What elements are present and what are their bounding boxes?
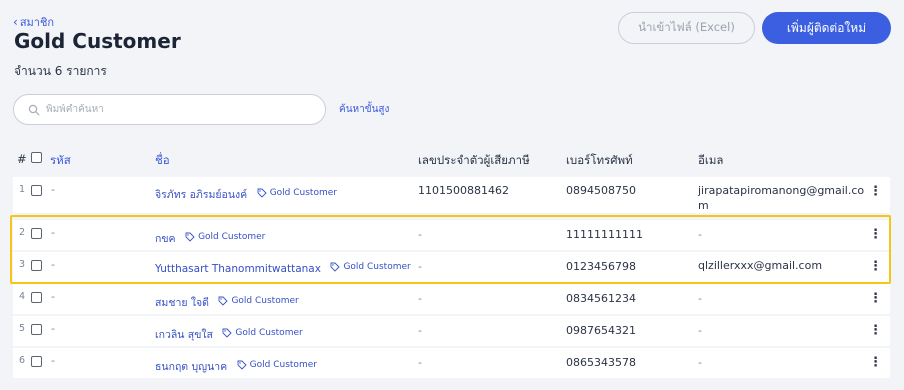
row-tax-id: - [418,292,422,305]
col-phone-header: เบอร์โทรศัพท์ [566,153,633,167]
row-code: - [51,183,55,196]
row-menu-icon[interactable]: ⋮ [869,227,882,242]
row-phone: 0987654321 [566,324,636,337]
search-box[interactable] [13,94,326,125]
row-number: 1 [19,184,26,195]
row-number: 2 [19,227,26,238]
select-all-checkbox[interactable] [31,152,42,166]
row-menu-icon[interactable]: ⋮ [869,355,882,370]
row-email: - [698,324,702,337]
row-email: - [698,228,702,241]
row-number: 6 [19,355,26,366]
tag-icon [330,262,341,272]
search-input[interactable] [46,104,306,115]
table-row[interactable]: 6 - ธนกฤต บุญนาค Gold Customer - 0865343… [13,348,890,378]
tag-icon [185,232,195,242]
row-name-cell: ธนกฤต บุญนาค Gold Customer [155,358,317,375]
row-menu-icon[interactable]: ⋮ [869,291,882,306]
contact-name-link[interactable]: สมชาย ใจดี [155,297,209,309]
tag-icon [237,360,247,370]
col-email-header: อีเมล [698,153,724,167]
row-name-cell: สมชาย ใจดี Gold Customer [155,294,299,311]
gold-customer-tag: Gold Customer [237,360,317,370]
row-name-cell: Yutthasart Thanommitwattanax Gold Custom… [155,262,411,275]
contact-name-link[interactable]: Yutthasart Thanommitwattanax [155,263,321,275]
contact-name-link[interactable]: กขค [155,233,176,245]
table-header: # รหัส ชื่อ เลขประจำตัวผู้เสียภาษี เบอร์… [13,142,890,176]
row-code: - [51,354,55,367]
row-phone: 11111111111 [566,228,643,241]
row-email: jirapatapiromanong@gmail.co m [698,184,865,212]
row-checkbox[interactable] [31,228,42,242]
row-tax-id: - [418,324,422,337]
col-code-header[interactable]: รหัส [50,152,71,170]
gold-customer-tag: Gold Customer [257,188,337,198]
row-email: qlzillerxxx@gmail.com [698,259,823,272]
row-number: 4 [19,291,26,302]
import-excel-button[interactable]: นำเข้าไฟล์ (Excel) [618,12,755,44]
row-email: - [698,292,702,305]
row-number: 5 [19,323,26,334]
tag-label: Gold Customer [235,328,303,338]
row-code: - [51,258,55,271]
gold-customer-tag: Gold Customer [330,262,411,272]
tag-label: Gold Customer [249,360,317,370]
tag-icon [222,328,233,338]
col-index-header: # [17,152,27,166]
row-phone: 0123456798 [566,260,636,273]
tag-icon [257,188,267,198]
contact-name-link[interactable]: จิรภัทร อภิรมย์อนงค์ [155,189,247,201]
search-icon [28,104,40,115]
row-code: - [51,322,55,335]
contact-name-link[interactable]: ธนกฤต บุญนาค [155,361,227,373]
tag-label: Gold Customer [231,296,299,306]
row-checkbox[interactable] [31,260,42,274]
row-email: - [698,356,702,369]
gold-customer-tag: Gold Customer [222,328,303,338]
row-phone: 0894508750 [566,184,636,197]
row-tax-id: - [418,356,422,369]
row-tax-id: - [418,228,422,241]
row-name-cell: กขค Gold Customer [155,230,265,247]
row-phone: 0834561234 [566,292,636,305]
col-name-header[interactable]: ชื่อ [155,152,170,170]
table-row[interactable]: 3 - Yutthasart Thanommitwattanax Gold Cu… [13,252,890,282]
tag-label: Gold Customer [343,262,411,272]
row-tax-id: 1101500881462 [418,184,509,197]
row-menu-icon[interactable]: ⋮ [869,259,882,274]
row-name-cell: จิรภัทร อภิรมย์อนงค์ Gold Customer [155,186,337,203]
row-code: - [51,290,55,303]
page-title: Gold Customer [14,29,181,53]
row-phone: 0865343578 [566,356,636,369]
row-name-cell: เกวลิน สุขใส Gold Customer [155,326,303,343]
row-checkbox[interactable] [31,185,42,199]
gold-customer-tag: Gold Customer [185,232,265,242]
chevron-left-icon: ‹ [13,15,18,29]
table-row[interactable]: 2 - กขค Gold Customer - 11111111111 - ⋮ [13,220,890,250]
table-row[interactable]: 5 - เกวลิน สุขใส Gold Customer - 0987654… [13,316,890,346]
row-menu-icon[interactable]: ⋮ [869,184,882,199]
row-checkbox[interactable] [31,356,42,370]
col-taxid-header: เลขประจำตัวผู้เสียภาษี [418,153,530,167]
row-menu-icon[interactable]: ⋮ [869,323,882,338]
contact-name-link[interactable]: เกวลิน สุขใส [155,329,213,341]
table-row[interactable]: 4 - สมชาย ใจดี Gold Customer - 083456123… [13,284,890,314]
row-checkbox[interactable] [31,324,42,338]
tag-icon [219,296,229,306]
advanced-search-link[interactable]: ค้นหาขั้นสูง [339,102,389,117]
row-checkbox[interactable] [31,292,42,306]
row-number: 3 [19,259,26,270]
table-row[interactable]: 1 - จิรภัทร อภิรมย์อนงค์ Gold Customer 1… [13,177,890,213]
record-count: จำนวน 6 รายการ [14,64,107,78]
tag-label: Gold Customer [269,188,337,198]
gold-customer-tag: Gold Customer [218,296,299,306]
row-tax-id: - [418,260,422,273]
add-contact-button[interactable]: เพิ่มผู้ติดต่อใหม่ [762,12,891,44]
row-code: - [51,226,55,239]
tag-label: Gold Customer [198,232,266,242]
